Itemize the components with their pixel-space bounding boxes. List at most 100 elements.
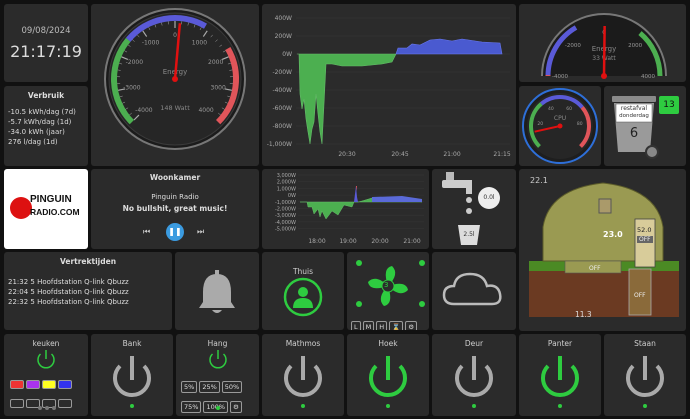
- prev-button[interactable]: ⏮: [143, 227, 150, 237]
- verbruik-line: -10.5 kWh/dag (7d): [8, 108, 76, 116]
- tick-label: 1000: [192, 39, 207, 46]
- y-tick-label: 3,000W: [277, 173, 296, 179]
- energy-gauge-small-tile[interactable]: -4000-2000020004000 Energy 33 Watt: [519, 4, 686, 82]
- tick-label: 4000: [641, 74, 655, 80]
- soil-value: 11.3: [575, 310, 592, 319]
- fan-tile[interactable]: 3 L M H ⌛ ⚙: [347, 252, 429, 330]
- verbruik-line: -34.0 kWh (jaar): [8, 128, 65, 136]
- house-illustration: [529, 182, 679, 317]
- tick-label: -1000: [142, 39, 160, 46]
- departures-tile: Vertrektijden 21:32 5 Hoofdstation Q-lin…: [4, 252, 172, 330]
- gauge-value: 148 Watt: [160, 104, 190, 112]
- departure-row: 22:32 5 Hoofdstation Q-link Qbuzz: [8, 298, 129, 306]
- gauge-needle: [602, 25, 606, 77]
- departures-title: Vertrektijden: [59, 257, 117, 266]
- bucket-value: 2.5l: [463, 231, 475, 238]
- radio-logo-top: PINGUIN: [30, 194, 72, 205]
- dim-75-button[interactable]: 75%: [181, 401, 202, 413]
- switch-label: Deur: [464, 339, 484, 348]
- settings-button[interactable]: ⚙: [230, 401, 242, 413]
- pause-button[interactable]: ❚❚: [166, 223, 184, 241]
- media-song: No bullshit, great music!: [122, 204, 228, 213]
- dim-5-button[interactable]: 5%: [181, 381, 198, 393]
- y-tick-label: 0W: [282, 51, 292, 58]
- tap-value: 0.0l: [478, 187, 500, 209]
- y-tick-label: -1,000W: [267, 141, 292, 148]
- fan-timer-button[interactable]: ⌛: [389, 321, 404, 330]
- dim-50-button[interactable]: 50%: [221, 381, 243, 393]
- house-off-3[interactable]: OFF: [634, 292, 646, 299]
- next-button[interactable]: ⏭: [197, 227, 204, 237]
- y-tick-label: -600W: [272, 105, 292, 112]
- switch-staan[interactable]: Staan: [604, 334, 686, 416]
- cpu-label: CPU: [554, 115, 566, 122]
- status-dot: [472, 404, 476, 408]
- fan-medium-button[interactable]: M: [362, 321, 375, 330]
- switch-keuken[interactable]: keuken: [4, 334, 88, 416]
- switch-hang[interactable]: Hang 5%25%50% 75%100%⚙: [176, 334, 259, 416]
- fan-low-button[interactable]: L: [351, 321, 361, 330]
- switch-hoek[interactable]: Hoek: [347, 334, 429, 416]
- switch-bank[interactable]: Bank: [91, 334, 173, 416]
- y-tick-label: 1,000W: [277, 186, 296, 192]
- status-dot: [558, 404, 562, 408]
- x-tick-label: 19:00: [339, 238, 356, 245]
- presence-tile[interactable]: Thuis: [262, 252, 344, 330]
- dim-25-button[interactable]: 25%: [199, 381, 220, 393]
- water-tile[interactable]: 0.0l 2.5l: [432, 169, 516, 249]
- status-dot: [301, 404, 305, 408]
- house-off-1[interactable]: OFF: [637, 236, 653, 243]
- tick-label: -2000: [126, 59, 144, 66]
- waste-type: restafval: [620, 105, 648, 112]
- day-chart: 3,000W2,000W1,000W0W-1,000W-2,000W-3,000…: [275, 173, 424, 245]
- switch-label: Bank: [122, 339, 142, 348]
- tick-label: 2000: [208, 59, 223, 66]
- energy-gauge-small: -4000-2000020004000 Energy 33 Watt: [541, 13, 667, 80]
- color-purple-button[interactable]: [26, 380, 40, 389]
- waste-tile[interactable]: restafval donderdag 6 13: [604, 86, 686, 166]
- doorbell-tile[interactable]: [175, 252, 259, 330]
- switch-mathmos[interactable]: Mathmos: [262, 334, 344, 416]
- y-tick-label: -4,000W: [275, 220, 296, 226]
- media-player-tile: Woonkamer Pinguin Radio No bullshit, gre…: [91, 169, 259, 249]
- departure-row: 21:32 5 Hoofdstation Q-link Qbuzz: [8, 278, 129, 286]
- status-dot: [386, 404, 390, 408]
- tick-label: -3000: [123, 85, 141, 92]
- switch-deur[interactable]: Deur: [432, 334, 516, 416]
- fan-speed: 3: [384, 281, 389, 289]
- switch-label: Mathmos: [285, 339, 321, 348]
- cpu-gauge-tile[interactable]: 20 40 60 80 CPU: [519, 86, 601, 166]
- y-tick-label: 0W: [288, 193, 296, 199]
- color-orange-button[interactable]: [10, 399, 24, 408]
- x-tick-label: 20:45: [391, 151, 408, 158]
- color-red-button[interactable]: [10, 380, 24, 389]
- tick-label: -4000: [552, 74, 568, 80]
- color-yellow-button[interactable]: [42, 380, 56, 389]
- switch-panter[interactable]: Panter: [519, 334, 601, 416]
- switch-label: Panter: [547, 339, 573, 348]
- x-tick-label: 18:00: [308, 238, 325, 245]
- fan-high-button[interactable]: H: [376, 321, 388, 330]
- settings-button[interactable]: [58, 399, 72, 408]
- verbruik-line: 276 l/dag (1d): [8, 138, 58, 146]
- departure-row: 22:04 5 Hoofdstation Q-link Qbuzz: [8, 288, 129, 296]
- radio-logo-tile[interactable]: PINGUIN RADIO.COM: [4, 169, 88, 249]
- color-blue-button[interactable]: [58, 380, 72, 389]
- x-tick-label: 21:00: [403, 238, 420, 245]
- x-tick-label: 20:30: [338, 151, 355, 158]
- house-tile[interactable]: 22.1 23.0 52.0 OFF OFF OFF 11.3: [519, 169, 686, 331]
- power-chart-tile[interactable]: 400W 200W 0W -200W -400W -600W -800W -1,000W 20:…: [262, 4, 516, 166]
- status-dot: [38, 406, 42, 410]
- day-chart-tile[interactable]: 3,000W 2,000W 1,000W 0W -1,000W -2,000W -3,000…: [262, 169, 429, 249]
- house-off-2[interactable]: OFF: [589, 265, 601, 272]
- power-negative-area: [297, 53, 397, 145]
- x-tick-label: 21:00: [443, 151, 460, 158]
- waste-day: donderdag: [619, 113, 649, 119]
- power-chart: 400W 200W 0W -200W -400W -600W -800W -1,000W 20:…: [267, 15, 511, 158]
- y-tick-label: -800W: [272, 123, 292, 130]
- weather-tile[interactable]: [432, 252, 516, 330]
- fan-auto-button[interactable]: ⚙: [405, 321, 418, 330]
- switch-label: Staan: [634, 339, 656, 348]
- energy-gauge-tile[interactable]: -4000-3000-2000-100001000200030004000 En…: [91, 4, 259, 166]
- y-tick-label: 2,000W: [277, 180, 296, 186]
